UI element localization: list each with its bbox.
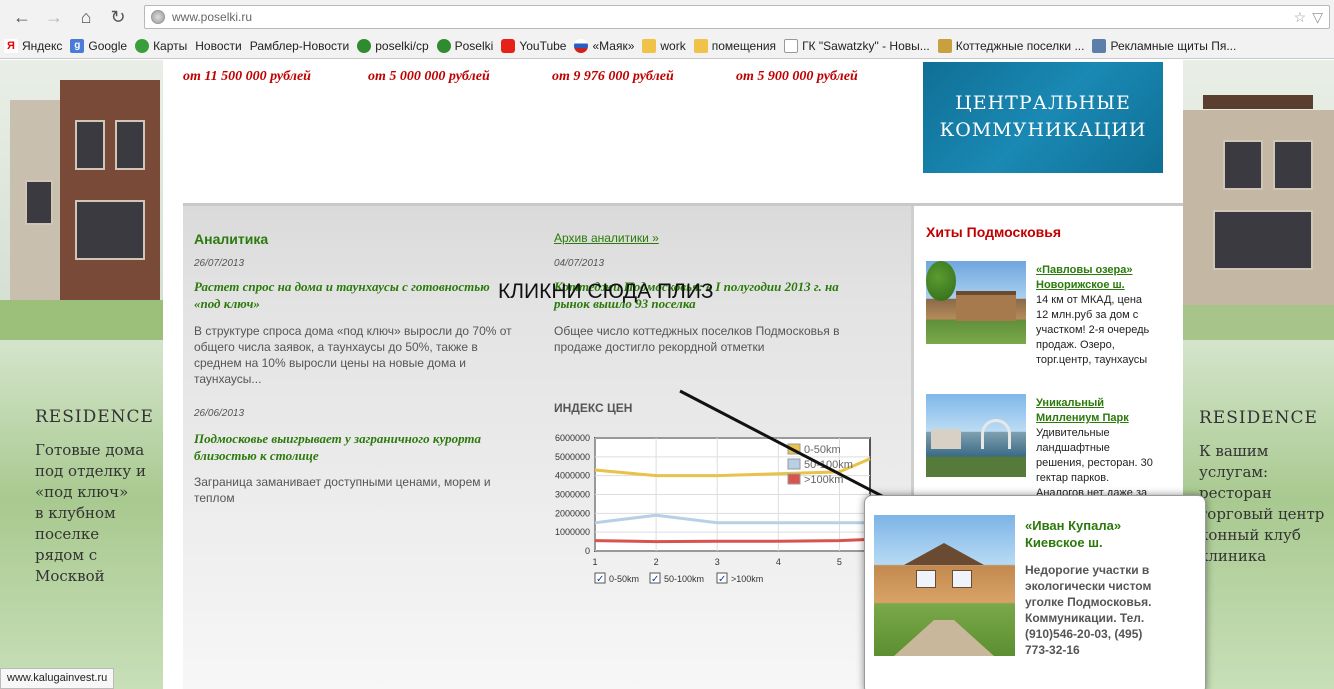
status-bar: www.kalugainvest.ru bbox=[0, 668, 115, 689]
popup-title[interactable]: «Иван Купала» Киевское ш. bbox=[1025, 517, 1121, 551]
popup-description: Недорогие участки в экологически чистом … bbox=[1025, 563, 1152, 657]
promo-popup[interactable]: «Иван Купала» Киевское ш. Недорогие учас… bbox=[864, 495, 1206, 689]
popup-image[interactable] bbox=[874, 515, 1015, 656]
